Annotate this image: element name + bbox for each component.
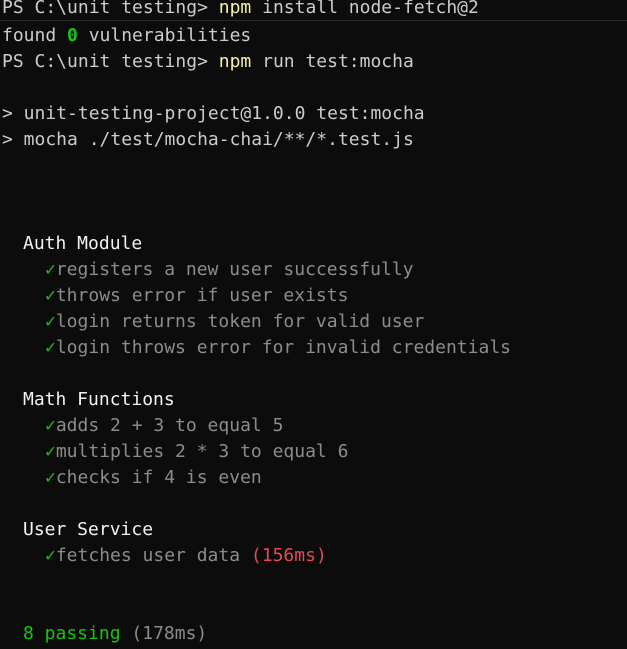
- test-title: registers a new user successfully: [55, 259, 414, 280]
- test-result: ✓registers a new user successfully: [45, 257, 413, 283]
- test-result: ✓fetches user data (156ms): [45, 543, 327, 569]
- command-program: npm: [218, 51, 252, 72]
- test-title: login returns token for valid user: [55, 311, 425, 332]
- test-result: ✓login returns token for valid user: [45, 309, 424, 335]
- check-icon: ✓: [45, 337, 56, 358]
- prompt: PS C:\unit testing>: [2, 0, 219, 18]
- test-title: fetches user data: [55, 545, 241, 566]
- test-result: ✓throws error if user exists: [45, 283, 348, 309]
- prompt: PS C:\unit testing>: [2, 51, 219, 72]
- command-args: run test:mocha: [251, 51, 414, 72]
- slow-test-duration: (156ms): [250, 545, 327, 566]
- test-result: ✓checks if 4 is even: [45, 465, 262, 491]
- check-icon: ✓: [45, 311, 56, 332]
- npm-script-header: > unit-testing-project@1.0.0 test:mocha: [2, 103, 425, 124]
- command-program: npm: [218, 0, 252, 18]
- check-icon: ✓: [45, 467, 56, 488]
- vulnerability-count: 0: [67, 25, 78, 46]
- check-icon: ✓: [45, 259, 56, 280]
- audit-prefix: found: [2, 25, 68, 46]
- test-summary: 8 passing (178ms): [23, 621, 207, 647]
- divider: [0, 20, 627, 21]
- test-result: ✓multiplies 2 * 3 to equal 6: [45, 439, 348, 465]
- command-line-install: PS C:\unit testing> npm install node-fet…: [2, 0, 479, 21]
- test-title: login throws error for invalid credentia…: [55, 337, 511, 358]
- command-line-run: PS C:\unit testing> npm run test:mocha: [2, 49, 414, 75]
- total-duration: (178ms): [131, 623, 208, 644]
- npm-script-command: > mocha ./test/mocha-chai/**/*.test.js: [2, 129, 414, 150]
- test-title: adds 2 + 3 to equal 5: [55, 415, 284, 436]
- check-icon: ✓: [45, 285, 56, 306]
- terminal-window[interactable]: PS C:\unit testing> npm install node-fet…: [0, 0, 627, 649]
- audit-suffix: vulnerabilities: [77, 25, 252, 46]
- audit-result-line: found 0 vulnerabilities: [2, 23, 251, 49]
- check-icon: ✓: [45, 441, 56, 462]
- test-title: throws error if user exists: [55, 285, 349, 306]
- suite-title: Math Functions: [23, 389, 175, 410]
- suite-title: User Service: [23, 519, 154, 540]
- test-title: checks if 4 is even: [55, 467, 262, 488]
- test-title: multiplies 2 * 3 to equal 6: [55, 441, 349, 462]
- test-result: ✓login throws error for invalid credenti…: [45, 335, 511, 361]
- suite-title: Auth Module: [23, 233, 143, 254]
- test-result: ✓adds 2 + 3 to equal 5: [45, 413, 283, 439]
- command-args: install node-fetch@2: [251, 0, 479, 18]
- passing-count: 8 passing: [23, 623, 121, 644]
- check-icon: ✓: [45, 545, 56, 566]
- check-icon: ✓: [45, 415, 56, 436]
